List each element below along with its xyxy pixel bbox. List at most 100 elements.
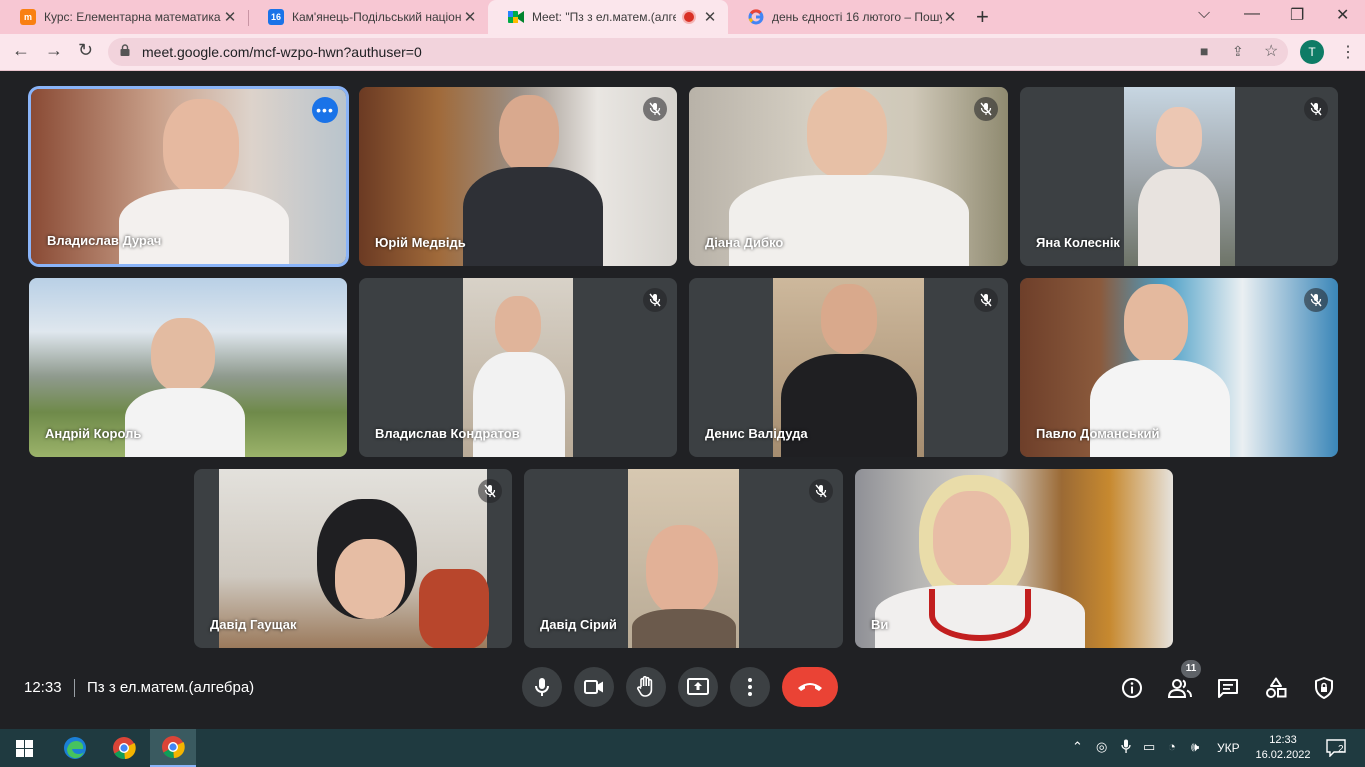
microphone-tray-icon[interactable] <box>1121 739 1131 757</box>
battery-icon[interactable]: ▭ <box>1143 739 1155 755</box>
participant-tile[interactable]: Павло Доманський <box>1020 278 1338 457</box>
back-button[interactable]: ← <box>12 40 30 61</box>
tab-meet[interactable]: Meet: "Пз з ел.матем.(алгебра) ✕ <box>488 0 728 34</box>
reload-button[interactable]: ↻ <box>78 40 93 61</box>
tray-expand-icon[interactable]: ⌃ <box>1072 739 1083 755</box>
people-count-badge: 11 <box>1181 660 1201 678</box>
participant-video <box>1124 87 1235 266</box>
chrome-taskbar-button[interactable] <box>106 729 142 767</box>
people-button[interactable] <box>1167 675 1193 701</box>
tab-title: Кам'янець-Подільський націона <box>292 10 462 24</box>
browser-menu-icon[interactable]: ⋮ <box>1340 42 1356 62</box>
chat-icon <box>1218 679 1238 698</box>
profile-avatar[interactable]: T <box>1300 40 1324 64</box>
leave-call-button[interactable] <box>782 667 838 707</box>
tab-title: день єдності 16 лютого – Пошук <box>772 10 942 24</box>
taskbar-clock[interactable]: 12:33 16.02.2022 <box>1254 733 1312 763</box>
participant-name: Ви <box>871 617 889 632</box>
chrome-icon <box>162 736 185 759</box>
raise-hand-button[interactable] <box>626 667 666 707</box>
browser-toolbar: ← → ↻ meet.google.com/mcf-wzpo-hwn?authu… <box>0 34 1365 71</box>
close-tab-icon[interactable]: ✕ <box>222 8 238 26</box>
url-text: meet.google.com/mcf-wzpo-hwn?authuser=0 <box>142 44 422 60</box>
meeting-title: Пз з ел.матем.(алгебра) <box>87 679 255 696</box>
more-vert-icon <box>748 678 752 696</box>
participant-tile[interactable]: Яна Колеснік <box>1020 87 1338 266</box>
participant-name: Давід Сірий <box>540 617 617 632</box>
taskbar-date: 16.02.2022 <box>1255 749 1311 761</box>
notifications-button[interactable]: 2 <box>1322 729 1350 767</box>
close-tab-icon[interactable]: ✕ <box>462 8 478 26</box>
activities-button[interactable] <box>1263 675 1289 701</box>
participant-tile[interactable]: ••• Владислав Дурач <box>31 89 346 264</box>
notification-count: 2 <box>1338 744 1344 755</box>
chrome-profile-taskbar-button[interactable] <box>150 729 196 767</box>
edge-icon <box>64 737 86 759</box>
close-window-button[interactable]: ✕ <box>1336 5 1349 25</box>
participant-name: Денис Валідуда <box>705 426 808 441</box>
tab-search[interactable]: день єдності 16 лютого – Пошук ✕ <box>728 0 968 34</box>
webcam-tray-icon[interactable]: ◎ <box>1096 739 1107 755</box>
participant-tile[interactable]: Давід Сірий <box>524 469 843 648</box>
volume-icon[interactable]: 🕪 <box>1191 739 1199 755</box>
restore-button[interactable]: ❐ <box>1290 5 1304 25</box>
participant-tile[interactable]: Денис Валідуда <box>689 278 1008 457</box>
people-icon <box>1168 679 1192 698</box>
tab-search-chevron-icon[interactable]: ⌵ <box>1198 5 1210 23</box>
muted-mic-icon <box>974 288 998 312</box>
participant-tile[interactable]: Юрій Медвідь <box>359 87 677 266</box>
participant-tile[interactable]: Діана Дибко <box>689 87 1008 266</box>
camera-icon <box>584 680 603 694</box>
participant-name: Павло Доманський <box>1036 426 1160 441</box>
participant-name: Яна Колеснік <box>1036 235 1120 250</box>
google-icon <box>748 9 764 25</box>
participant-tile[interactable]: Ви <box>855 469 1173 648</box>
present-screen-button[interactable] <box>678 667 718 707</box>
activities-icon <box>1266 677 1287 698</box>
windows-logo-icon <box>15 739 33 757</box>
share-icon[interactable]: ⇪ <box>1232 43 1244 60</box>
host-controls-button[interactable] <box>1311 675 1337 701</box>
chrome-icon <box>113 737 136 760</box>
address-bar[interactable]: meet.google.com/mcf-wzpo-hwn?authuser=0 … <box>108 38 1288 66</box>
muted-mic-icon <box>809 479 833 503</box>
windows-taskbar: ⌃ ◎ ▭ ◔ 🕪 УКР 12:33 16.02.2022 2 <box>0 729 1365 767</box>
microphone-icon <box>535 678 549 696</box>
language-indicator[interactable]: УКР <box>1217 741 1240 755</box>
start-button[interactable] <box>8 729 40 767</box>
minimize-button[interactable]: — <box>1244 5 1260 23</box>
forward-button[interactable]: → <box>45 40 63 61</box>
participant-tile[interactable]: Давід Гаущак <box>194 469 512 648</box>
tab-title: Meet: "Пз з ел.матем.(алгебра) <box>532 10 676 24</box>
close-tab-icon[interactable]: ✕ <box>942 8 958 26</box>
bookmark-star-icon[interactable]: ☆ <box>1264 41 1278 61</box>
tab-title: Курс: Елементарна математика <box>44 10 221 24</box>
wifi-icon[interactable]: ◔ <box>1168 739 1176 754</box>
present-screen-icon <box>687 678 709 695</box>
more-options-icon[interactable]: ••• <box>312 97 338 123</box>
camera-button[interactable] <box>574 667 614 707</box>
participant-tile[interactable]: Андрій Король <box>29 278 347 457</box>
participant-name: Владислав Дурач <box>47 233 162 248</box>
taskbar-time: 12:33 <box>1269 734 1297 746</box>
participant-video <box>855 469 1173 648</box>
meeting-details-button[interactable] <box>1119 675 1145 701</box>
participant-name: Владислав Кондратов <box>375 426 520 441</box>
muted-mic-icon <box>1304 97 1328 121</box>
tab-university[interactable]: 16 Кам'янець-Подільський націона ✕ <box>248 0 488 34</box>
tab-course[interactable]: m Курс: Елементарна математика ✕ <box>0 0 248 34</box>
hang-up-icon <box>798 683 822 691</box>
participant-video <box>628 469 739 648</box>
new-tab-button[interactable]: + <box>976 4 989 30</box>
participant-tile[interactable]: Владислав Кондратов <box>359 278 677 457</box>
chat-button[interactable] <box>1215 675 1241 701</box>
muted-mic-icon <box>478 479 502 503</box>
camera-in-use-icon[interactable]: ■ <box>1200 43 1208 59</box>
browser-tab-strip: m Курс: Елементарна математика ✕ 16 Кам'… <box>0 0 1365 34</box>
muted-mic-icon <box>1304 288 1328 312</box>
more-options-button[interactable] <box>730 667 770 707</box>
edge-taskbar-button[interactable] <box>57 729 93 767</box>
microphone-button[interactable] <box>522 667 562 707</box>
muted-mic-icon <box>974 97 998 121</box>
close-tab-icon[interactable]: ✕ <box>702 8 718 26</box>
